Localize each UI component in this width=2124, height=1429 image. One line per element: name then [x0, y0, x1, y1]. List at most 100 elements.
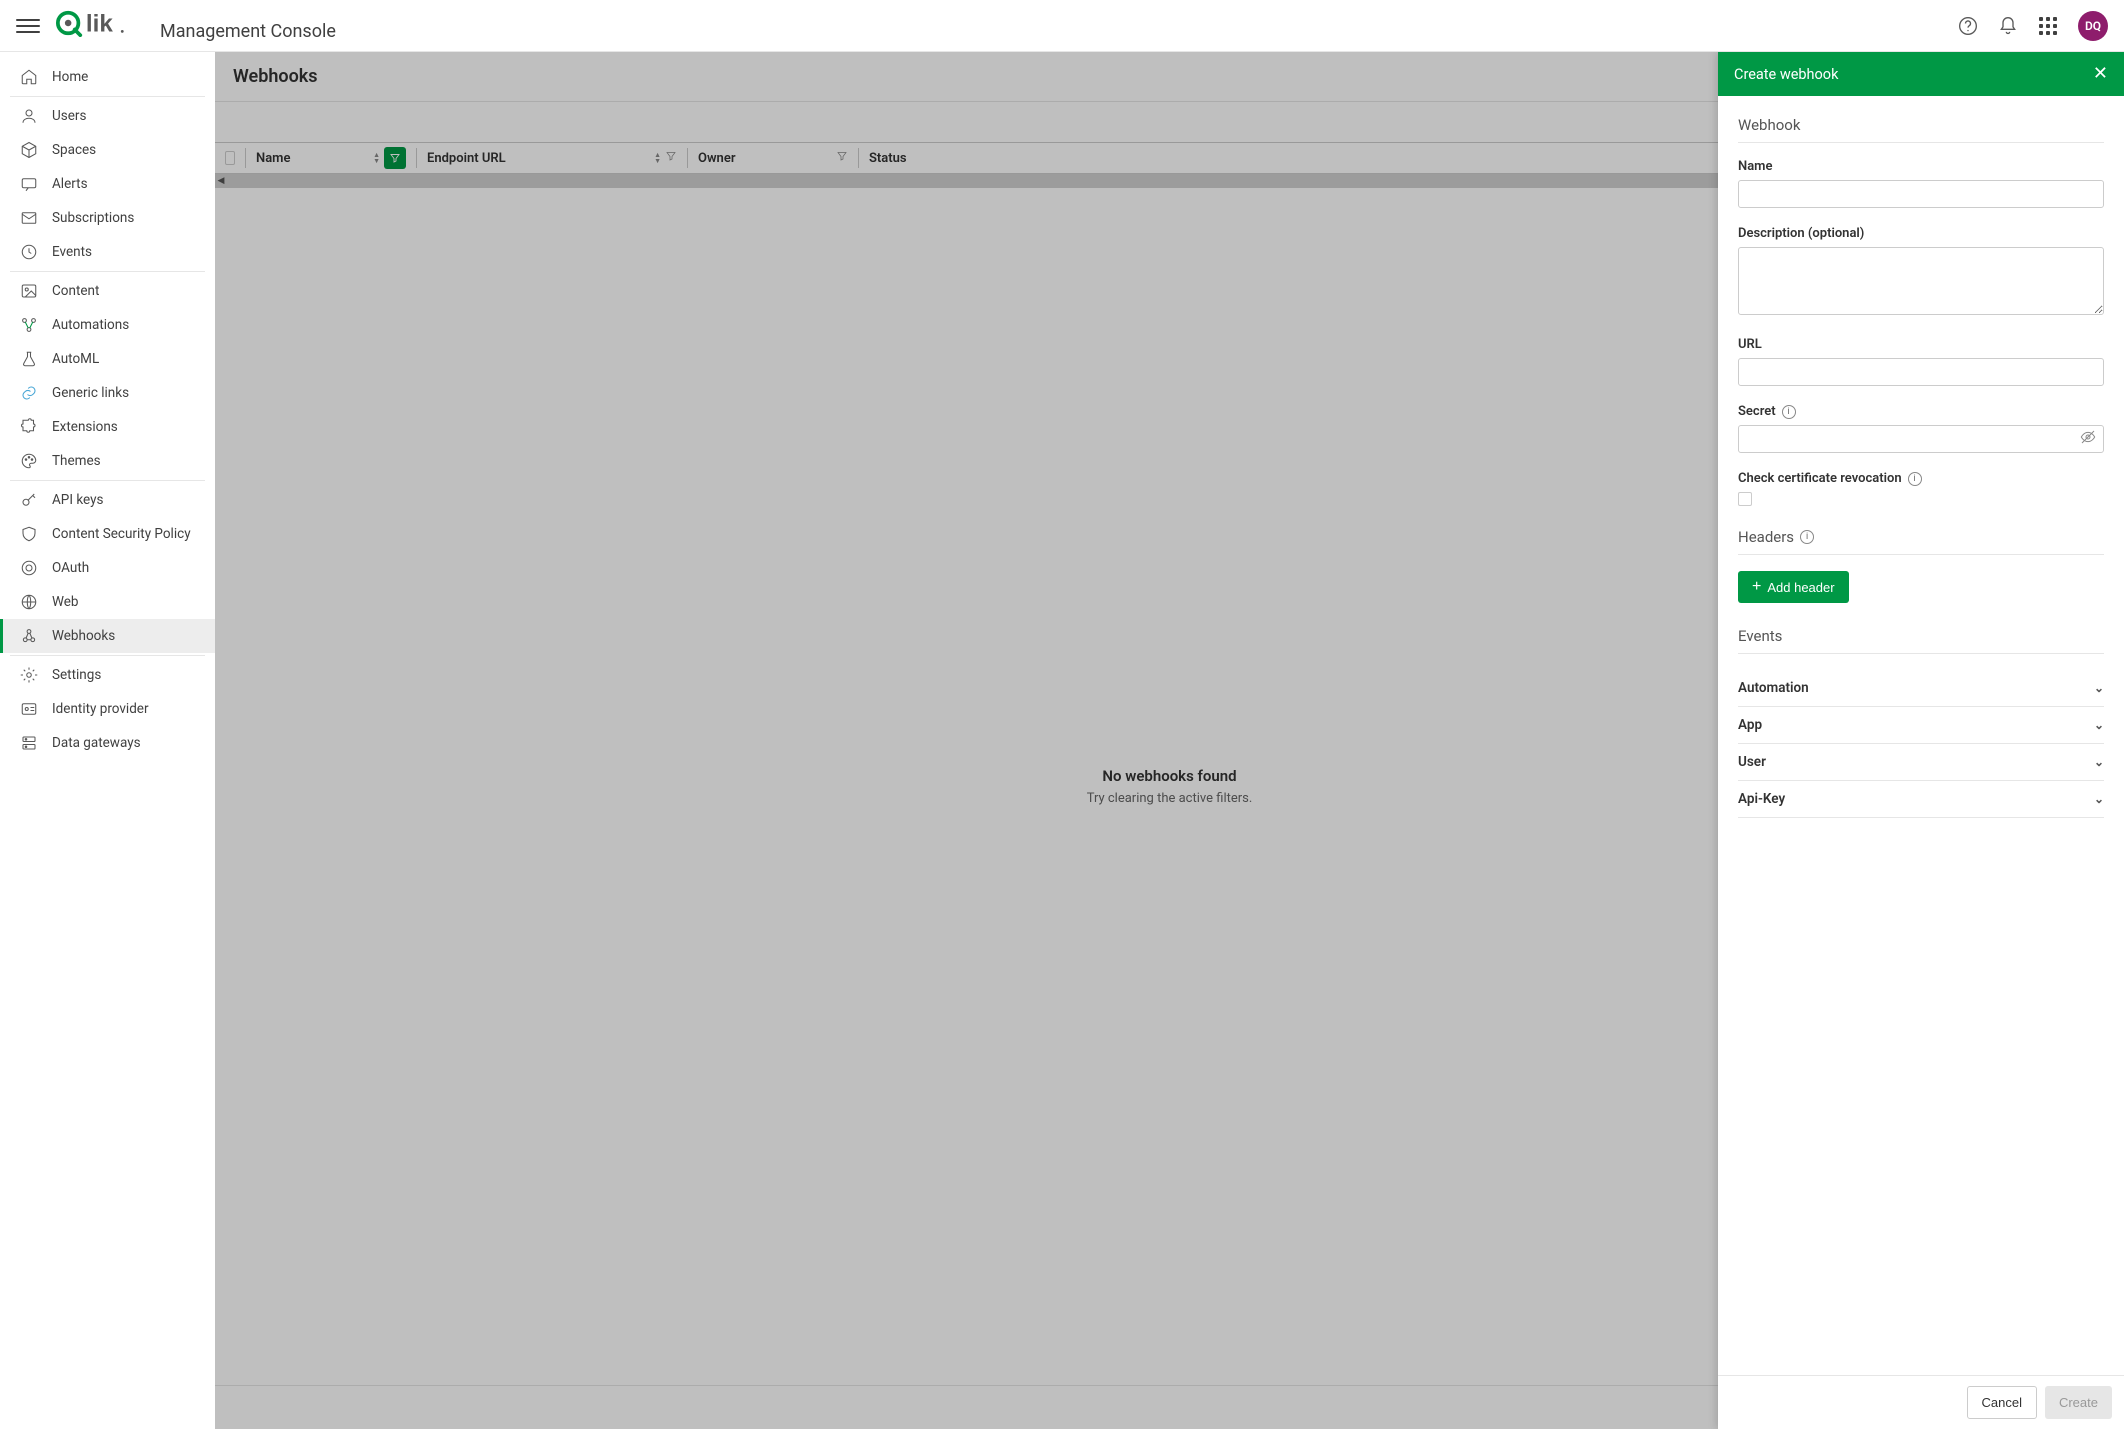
label-secret: Secret: [1738, 404, 1776, 419]
sidebar-item-oauth[interactable]: OAuth: [0, 551, 215, 585]
add-header-button[interactable]: + Add header: [1738, 571, 1849, 603]
info-icon[interactable]: i: [1782, 405, 1796, 419]
app-launcher-icon[interactable]: [2038, 16, 2058, 36]
globe-icon: [20, 593, 38, 611]
help-icon[interactable]: [1958, 16, 1978, 36]
label-name: Name: [1738, 159, 2104, 174]
sidebar-item-label: Spaces: [52, 142, 96, 158]
sidebar-item-automl[interactable]: AutoML: [0, 342, 215, 376]
label-url: URL: [1738, 337, 2104, 352]
check-cert-checkbox[interactable]: [1738, 492, 1752, 506]
sidebar-item-alerts[interactable]: Alerts: [0, 167, 215, 201]
info-icon[interactable]: i: [1908, 472, 1922, 486]
hamburger-menu[interactable]: [16, 14, 40, 38]
sidebar-item-label: Data gateways: [52, 735, 141, 751]
qlik-logo[interactable]: lik: [56, 9, 140, 37]
label-description: Description (optional): [1738, 226, 2104, 241]
cube-icon: [20, 141, 38, 159]
chevron-down-icon: ⌄: [2094, 718, 2104, 732]
sidebar-item-label: Extensions: [52, 419, 118, 435]
sidebar-item-home[interactable]: Home: [0, 60, 215, 94]
sidebar-item-extensions[interactable]: Extensions: [0, 410, 215, 444]
url-input[interactable]: [1738, 358, 2104, 386]
palette-icon: [20, 452, 38, 470]
mail-icon: [20, 209, 38, 227]
cancel-button[interactable]: Cancel: [1967, 1386, 2037, 1419]
key-icon: [20, 491, 38, 509]
puzzle-icon: [20, 418, 38, 436]
name-input[interactable]: [1738, 180, 2104, 208]
secret-input[interactable]: [1738, 425, 2104, 453]
sidebar-item-label: Events: [52, 244, 92, 260]
flow-icon: [20, 316, 38, 334]
sidebar-item-label: OAuth: [52, 560, 89, 576]
label-check-cert: Check certificate revocation: [1738, 471, 1902, 486]
sidebar-item-label: Users: [52, 108, 86, 124]
event-category-user[interactable]: User⌄: [1738, 744, 2104, 781]
sidebar-item-idp[interactable]: Identity provider: [0, 692, 215, 726]
link-icon: [20, 384, 38, 402]
sidebar-item-csp[interactable]: Content Security Policy: [0, 517, 215, 551]
sidebar-item-label: Themes: [52, 453, 101, 469]
sidebar-item-themes[interactable]: Themes: [0, 444, 215, 478]
server-icon: [20, 734, 38, 752]
sidebar-item-label: AutoML: [52, 351, 99, 367]
plus-icon: +: [1752, 579, 1761, 595]
sidebar-item-web[interactable]: Web: [0, 585, 215, 619]
sidebar-item-content[interactable]: Content: [0, 274, 215, 308]
section-events: Events: [1738, 627, 2104, 654]
info-icon[interactable]: i: [1800, 530, 1814, 544]
logo-area: lik Management Console: [56, 9, 336, 42]
drawer-title: Create webhook: [1734, 66, 1838, 83]
gear-icon: [20, 666, 38, 684]
create-webhook-drawer: Create webhook ✕ Webhook Name Descriptio…: [1718, 52, 2124, 1429]
sidebar-item-label: Alerts: [52, 176, 88, 192]
bell-icon[interactable]: [1998, 16, 2018, 36]
svg-text:lik: lik: [86, 10, 113, 37]
home-icon: [20, 68, 38, 86]
sidebar-item-label: Automations: [52, 317, 129, 333]
event-category-api-key[interactable]: Api-Key⌄: [1738, 781, 2104, 818]
avatar[interactable]: DQ: [2078, 11, 2108, 41]
create-button[interactable]: Create: [2045, 1386, 2112, 1419]
toggle-visibility-icon[interactable]: [2080, 429, 2096, 449]
event-category-label: App: [1738, 717, 1762, 733]
drawer-header: Create webhook ✕: [1718, 52, 2124, 96]
topbar: lik Management Console DQ: [0, 0, 2124, 52]
close-icon[interactable]: ✕: [2093, 65, 2108, 83]
sidebar-item-events[interactable]: Events: [0, 235, 215, 269]
event-category-app[interactable]: App ⌄: [1738, 707, 2104, 744]
chat-icon: [20, 175, 38, 193]
sidebar-item-settings[interactable]: Settings: [0, 658, 215, 692]
sidebar-item-users[interactable]: Users: [0, 99, 215, 133]
section-headers: Headers: [1738, 528, 1794, 546]
sidebar-item-automations[interactable]: Automations: [0, 308, 215, 342]
sidebar-item-api-keys[interactable]: API keys: [0, 483, 215, 517]
sidebar-item-label: Settings: [52, 667, 101, 683]
token-icon: [20, 559, 38, 577]
sidebar-item-label: Subscriptions: [52, 210, 134, 226]
sidebar-item-spaces[interactable]: Spaces: [0, 133, 215, 167]
event-category-label: User: [1738, 754, 1766, 770]
add-header-label: Add header: [1767, 580, 1834, 595]
sidebar-item-generic-links[interactable]: Generic links: [0, 376, 215, 410]
webhook-icon: [20, 627, 38, 645]
topbar-actions: DQ: [1958, 11, 2108, 41]
clock-icon: [20, 243, 38, 261]
sidebar-item-label: Content Security Policy: [52, 526, 191, 542]
chevron-down-icon: ⌄: [2094, 681, 2104, 695]
event-category-automation[interactable]: Automation ⌄: [1738, 670, 2104, 707]
id-icon: [20, 700, 38, 718]
sidebar-item-webhooks[interactable]: Webhooks: [0, 619, 215, 653]
sidebar-item-label: Content: [52, 283, 99, 299]
sidebar-item-label: Generic links: [52, 385, 129, 401]
flask-icon: [20, 350, 38, 368]
event-category-label: Api-Key: [1738, 791, 1785, 807]
sidebar-item-gateways[interactable]: Data gateways: [0, 726, 215, 760]
main-content: Webhooks Name ▲▼ Endpoint URL ▲▼: [215, 52, 2124, 1429]
sidebar-item-subscriptions[interactable]: Subscriptions: [0, 201, 215, 235]
shield-icon: [20, 525, 38, 543]
sidebar-item-label: API keys: [52, 492, 103, 508]
event-category-label: Automation: [1738, 680, 1809, 696]
description-input[interactable]: [1738, 247, 2104, 315]
